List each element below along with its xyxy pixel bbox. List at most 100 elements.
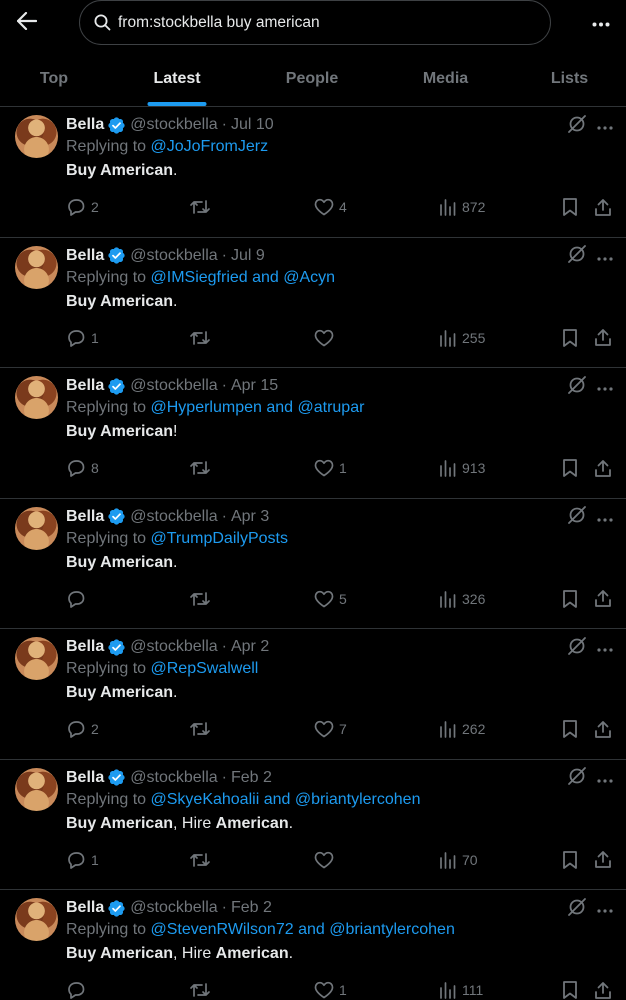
- share-button[interactable]: [594, 979, 612, 1000]
- author-handle[interactable]: @stockbella: [130, 899, 217, 917]
- share-button[interactable]: [594, 457, 612, 479]
- tweet-date[interactable]: Feb 2: [231, 899, 272, 917]
- tweet-more-button[interactable]: [594, 898, 616, 920]
- search-input[interactable]: from:stockbella buy american: [79, 0, 551, 45]
- author-handle[interactable]: @stockbella: [130, 116, 217, 134]
- views-button[interactable]: 913: [439, 457, 485, 479]
- bookmark-button[interactable]: [562, 457, 578, 479]
- tweet[interactable]: Bella @stockbella · Feb 2 Replying to @S…: [0, 760, 626, 890]
- tweet-more-button[interactable]: [594, 507, 616, 529]
- grok-button[interactable]: [566, 245, 588, 268]
- tweet[interactable]: Bella @stockbella · Apr 2 Replying to @R…: [0, 629, 626, 760]
- retweet-button[interactable]: [189, 849, 216, 871]
- views-button[interactable]: 111: [439, 979, 483, 1000]
- author-name[interactable]: Bella: [66, 247, 104, 265]
- share-button[interactable]: [594, 327, 612, 349]
- reply-to-link[interactable]: @RepSwalwell: [151, 660, 259, 677]
- tweet-more-button[interactable]: [594, 115, 616, 137]
- share-button[interactable]: [594, 718, 612, 740]
- reply-to-link[interactable]: @Hyperlumpen and @atrupar: [151, 399, 365, 416]
- reply-to-link[interactable]: @IMSiegfried and @Acyn: [151, 269, 336, 286]
- tweet-date[interactable]: Apr 3: [231, 508, 269, 526]
- author-name[interactable]: Bella: [66, 899, 104, 917]
- retweet-button[interactable]: [189, 327, 216, 349]
- author-handle[interactable]: @stockbella: [130, 247, 217, 265]
- tweet-date[interactable]: Apr 2: [231, 638, 269, 656]
- views-button[interactable]: 326: [439, 588, 485, 610]
- retweet-button[interactable]: [189, 979, 216, 1000]
- tab-people[interactable]: People: [246, 52, 378, 106]
- avatar[interactable]: [15, 115, 58, 158]
- tweet-date[interactable]: Jul 9: [231, 247, 265, 265]
- author-handle[interactable]: @stockbella: [130, 769, 217, 787]
- tweet[interactable]: Bella @stockbella · Feb 2 Replying to @S…: [0, 890, 626, 1000]
- avatar[interactable]: [15, 898, 58, 941]
- tab-latest[interactable]: Latest: [108, 52, 246, 106]
- author-name[interactable]: Bella: [66, 377, 104, 395]
- tweet[interactable]: Bella @stockbella · Jul 10 Replying to @…: [0, 107, 626, 238]
- back-button[interactable]: [14, 10, 40, 36]
- retweet-button[interactable]: [189, 718, 216, 740]
- reply-button[interactable]: 1: [66, 327, 99, 349]
- bookmark-button[interactable]: [562, 979, 578, 1000]
- share-button[interactable]: [594, 196, 612, 218]
- avatar[interactable]: [15, 245, 58, 289]
- grok-button[interactable]: [566, 767, 588, 790]
- bookmark-button[interactable]: [562, 849, 578, 871]
- avatar[interactable]: [15, 637, 58, 680]
- views-button[interactable]: 255: [439, 327, 485, 349]
- views-button[interactable]: 70: [439, 849, 478, 871]
- views-button[interactable]: 262: [439, 718, 485, 740]
- bookmark-button[interactable]: [562, 196, 578, 218]
- tweet-more-button[interactable]: [594, 246, 616, 268]
- tab-top[interactable]: Top: [0, 52, 108, 106]
- reply-button[interactable]: [66, 588, 91, 610]
- like-button[interactable]: [314, 849, 339, 871]
- share-button[interactable]: [594, 588, 612, 610]
- author-name[interactable]: Bella: [66, 638, 104, 656]
- retweet-button[interactable]: [189, 196, 216, 218]
- author-name[interactable]: Bella: [66, 116, 104, 134]
- reply-to-link[interactable]: @TrumpDailyPosts: [151, 530, 288, 547]
- tweet[interactable]: Bella @stockbella · Apr 15 Replying to @…: [0, 368, 626, 499]
- reply-button[interactable]: 2: [66, 718, 99, 740]
- author-name[interactable]: Bella: [66, 769, 104, 787]
- avatar[interactable]: [15, 506, 58, 550]
- grok-button[interactable]: [566, 636, 588, 659]
- reply-to-link[interactable]: @JoJoFromJerz: [151, 138, 269, 155]
- retweet-button[interactable]: [189, 457, 216, 479]
- like-button[interactable]: 1: [314, 979, 347, 1000]
- grok-button[interactable]: [566, 375, 588, 398]
- views-button[interactable]: 872: [439, 196, 485, 218]
- grok-button[interactable]: [566, 897, 588, 920]
- like-button[interactable]: 1: [314, 457, 347, 479]
- bookmark-button[interactable]: [562, 588, 578, 610]
- reply-button[interactable]: [66, 979, 91, 1000]
- tweet-more-button[interactable]: [594, 376, 616, 398]
- author-handle[interactable]: @stockbella: [130, 508, 217, 526]
- like-button[interactable]: 4: [314, 196, 347, 218]
- bookmark-button[interactable]: [562, 718, 578, 740]
- avatar[interactable]: [15, 767, 58, 811]
- reply-button[interactable]: 1: [66, 849, 99, 871]
- avatar[interactable]: [15, 376, 58, 419]
- reply-button[interactable]: 2: [66, 196, 99, 218]
- grok-button[interactable]: [566, 114, 588, 137]
- reply-to-link[interactable]: @StevenRWilson72 and @briantylercohen: [151, 921, 455, 938]
- tab-lists[interactable]: Lists: [513, 52, 626, 106]
- tweet-more-button[interactable]: [594, 637, 616, 659]
- tweet-date[interactable]: Apr 15: [231, 377, 278, 395]
- author-name[interactable]: Bella: [66, 508, 104, 526]
- tweet[interactable]: Bella @stockbella · Jul 9 Replying to @I…: [0, 238, 626, 368]
- tweet[interactable]: Bella @stockbella · Apr 3 Replying to @T…: [0, 499, 626, 629]
- reply-to-link[interactable]: @SkyeKahoalii and @briantylercohen: [151, 791, 421, 808]
- bookmark-button[interactable]: [562, 327, 578, 349]
- like-button[interactable]: 5: [314, 588, 347, 610]
- reply-button[interactable]: 8: [66, 457, 99, 479]
- grok-button[interactable]: [566, 506, 588, 529]
- author-handle[interactable]: @stockbella: [130, 377, 217, 395]
- like-button[interactable]: [314, 327, 339, 349]
- tweet-date[interactable]: Feb 2: [231, 769, 272, 787]
- more-options-button[interactable]: [586, 10, 616, 36]
- tweet-more-button[interactable]: [594, 768, 616, 790]
